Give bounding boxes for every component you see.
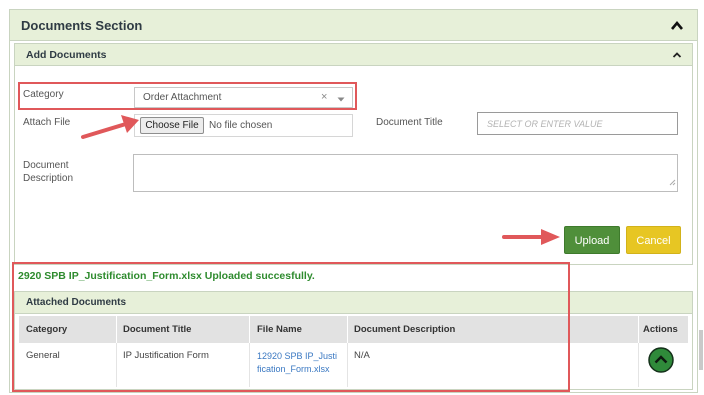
document-title-input[interactable]: SELECT OR ENTER VALUE bbox=[477, 112, 678, 135]
choose-file-button[interactable]: Choose File bbox=[140, 117, 204, 134]
column-divider bbox=[638, 316, 639, 343]
document-description-label-line2: Description bbox=[23, 173, 74, 184]
add-documents-title: Add Documents bbox=[26, 49, 107, 61]
add-documents-header[interactable]: Add Documents bbox=[15, 44, 692, 66]
chevron-up-icon[interactable] bbox=[671, 49, 683, 61]
cancel-button[interactable]: Cancel bbox=[626, 226, 681, 254]
document-title-label: Document Title bbox=[376, 117, 443, 128]
red-arrow-icon bbox=[77, 111, 141, 148]
documents-section-header[interactable]: Documents Section bbox=[10, 10, 697, 41]
attached-documents-highlight-box bbox=[12, 262, 570, 392]
upload-button[interactable]: Upload bbox=[564, 226, 620, 254]
document-description-label-line1: Document bbox=[23, 160, 69, 171]
resize-handle-icon[interactable] bbox=[669, 173, 676, 191]
column-header-actions: Actions bbox=[643, 324, 678, 335]
column-divider bbox=[638, 343, 639, 387]
document-description-textarea[interactable] bbox=[133, 154, 678, 192]
expand-action-icon[interactable] bbox=[648, 347, 674, 378]
add-documents-panel: Add Documents Category Order Attachment … bbox=[14, 43, 693, 265]
scrollbar-thumb[interactable] bbox=[699, 330, 703, 370]
document-title-placeholder: SELECT OR ENTER VALUE bbox=[487, 119, 603, 129]
red-arrow-icon bbox=[501, 227, 563, 252]
no-file-chosen-text: No file chosen bbox=[209, 120, 273, 131]
chevron-up-icon[interactable] bbox=[670, 19, 684, 33]
attach-file-label: Attach File bbox=[23, 117, 71, 128]
documents-section-title: Documents Section bbox=[21, 18, 143, 33]
attach-file-field: Choose File No file chosen bbox=[134, 114, 353, 137]
documents-section-panel: Documents Section Add Documents Category… bbox=[9, 9, 698, 393]
document-description-label: Document Description bbox=[23, 159, 73, 185]
category-highlight-box bbox=[18, 82, 357, 110]
